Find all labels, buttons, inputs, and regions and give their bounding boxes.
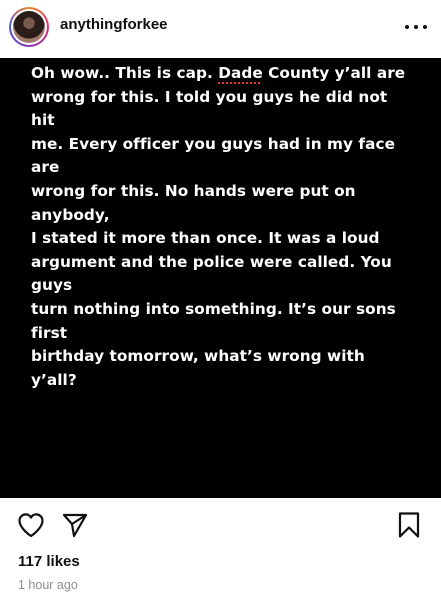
more-options-icon[interactable] (405, 18, 427, 36)
post-text-line: turn nothing into something. It’s our so… (31, 299, 396, 342)
avatar-border (11, 9, 47, 45)
avatar[interactable] (9, 7, 49, 47)
post-text-line: I stated it more than once. It was a lou… (31, 229, 380, 248)
post-image: Oh wow.. This is cap. Dade County y’all … (0, 58, 441, 498)
post-text-line: wrong for this. No hands were put on any… (31, 181, 356, 224)
heart-icon[interactable] (17, 512, 45, 538)
avatar-image (13, 11, 45, 43)
spellcheck-underlined-word: Dade (218, 64, 263, 82)
post-timestamp: 1 hour ago (18, 578, 78, 592)
likes-count[interactable]: 117 likes (18, 553, 80, 570)
post-text-segment: Oh wow.. This is cap. (31, 64, 219, 82)
post-header: anythingforkee (0, 0, 441, 56)
post-text-line: argument and the police were called. You… (31, 252, 392, 295)
post-text: Oh wow.. This is cap. Dade County y’all … (31, 62, 415, 392)
post-text-line: Oh wow.. This is cap. Dade County y’all … (31, 62, 415, 86)
post-text-segment: County y’all are (262, 64, 406, 82)
post-text-line: me. Every officer you guys had in my fac… (31, 134, 396, 177)
action-bar (0, 498, 441, 554)
bookmark-icon[interactable] (397, 511, 421, 539)
paper-plane-icon[interactable] (61, 512, 89, 538)
instagram-post-screen: anythingforkee Oh wow.. This is cap. Dad… (0, 0, 441, 600)
username[interactable]: anythingforkee (60, 16, 168, 33)
post-text-line: birthday tomorrow, what’s wrong with y’a… (31, 347, 365, 389)
post-text-line: wrong for this. I told you guys he did n… (31, 87, 388, 130)
